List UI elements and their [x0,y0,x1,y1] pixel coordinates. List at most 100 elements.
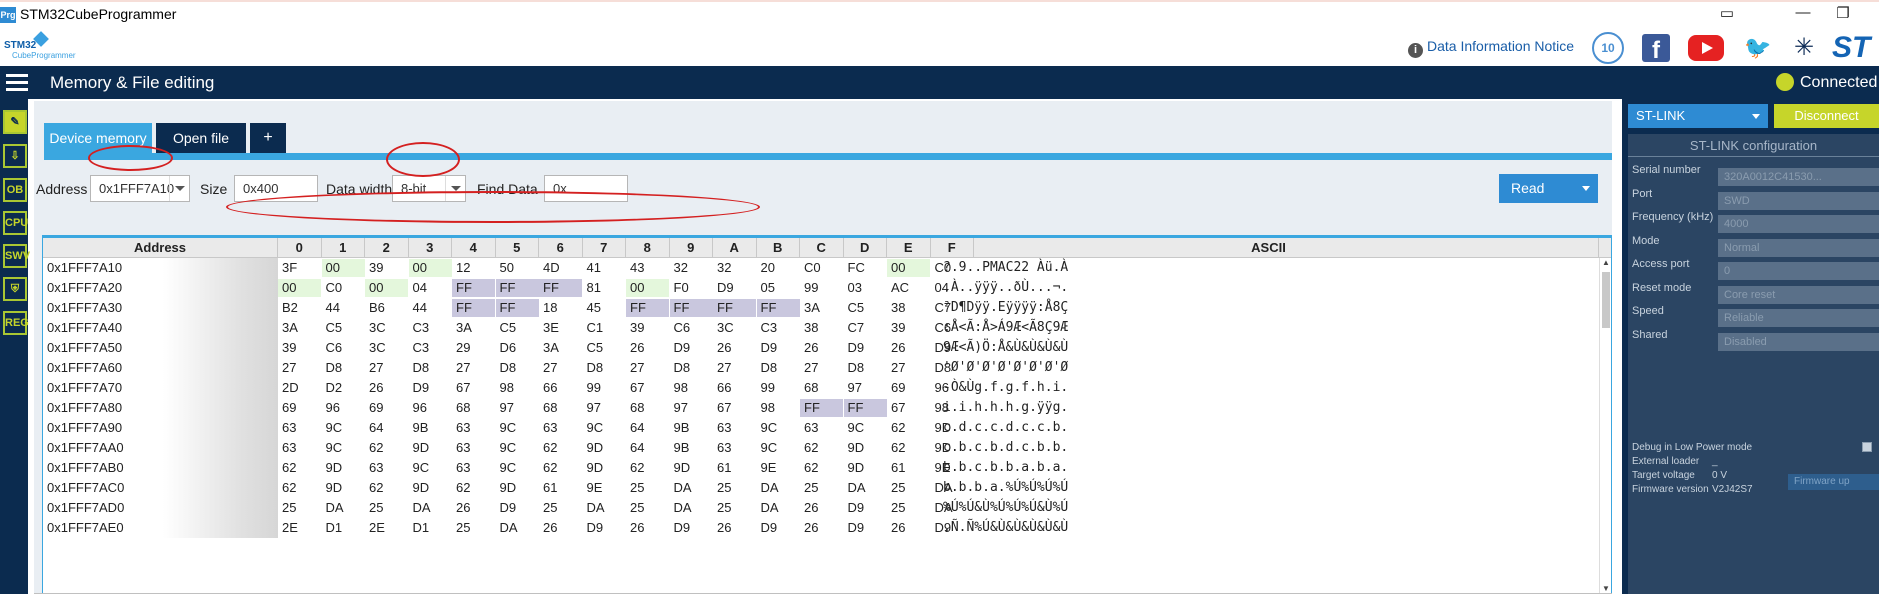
twitter-icon[interactable]: 🐦 [1742,32,1774,64]
table-row[interactable]: 0x1FFF7A60 27 D8 27 D8 27 D8 27 D8 27 D8 27 D8 27 D8 27… [43,358,1603,378]
byte-cell[interactable]: 62 [887,439,930,457]
byte-cell[interactable]: 61 [713,459,756,477]
byte-cell[interactable]: D9 [713,279,756,297]
byte-cell[interactable]: AC [887,279,930,297]
byte-cell[interactable]: 66 [539,379,582,397]
network-icon[interactable]: ✳ [1788,32,1820,64]
byte-cell[interactable]: 9C [583,419,626,437]
tab-device-memory[interactable]: Device memory [44,123,152,153]
byte-cell[interactable]: 9D [844,439,887,457]
byte-cell[interactable]: 62 [626,459,669,477]
menu-icon[interactable] [6,74,28,92]
byte-cell[interactable]: 3C [365,319,408,337]
byte-cell[interactable]: D9 [670,519,713,537]
size-input[interactable]: 0x400 [234,175,318,202]
byte-cell[interactable]: D6 [496,339,539,357]
option-bytes-icon[interactable]: OB [3,178,27,202]
byte-cell[interactable]: 9D [670,459,713,477]
byte-cell[interactable]: 26 [800,519,843,537]
table-row[interactable]: 0x1FFF7A40 3A C5 3C C3 3A C5 3E C1 39 C6 3C C3 38 C7 39… [43,318,1603,338]
byte-cell[interactable]: 9B [670,439,713,457]
disconnect-button[interactable]: Disconnect [1774,104,1879,128]
byte-cell[interactable]: 9C [322,439,365,457]
byte-cell[interactable]: D9 [409,379,452,397]
config-field[interactable]: Reliable [1718,309,1879,327]
byte-cell[interactable]: DA [844,479,887,497]
config-field[interactable]: 320A0012C41530... [1718,168,1879,186]
table-row[interactable]: 0x1FFF7A20 00 C0 00 04 FF FF FF 81 00 F0 D9 05 99 03 AC… [43,278,1603,298]
byte-cell[interactable]: FF [713,299,756,317]
byte-cell[interactable]: 00 [365,279,408,297]
byte-cell[interactable]: 26 [713,339,756,357]
byte-cell[interactable]: 2E [365,519,408,537]
byte-cell[interactable]: 41 [583,259,626,277]
registers-icon[interactable]: REG [3,311,29,335]
byte-cell[interactable]: 00 [887,259,930,277]
byte-cell[interactable]: 25 [626,479,669,497]
byte-cell[interactable]: 26 [626,339,669,357]
byte-cell[interactable]: 67 [887,399,930,417]
byte-cell[interactable]: 38 [800,319,843,337]
byte-cell[interactable]: B2 [278,299,321,317]
byte-cell[interactable]: FF [452,279,495,297]
byte-cell[interactable]: D2 [322,379,365,397]
byte-cell[interactable]: C0 [800,259,843,277]
tab-open-file[interactable]: Open file [156,123,246,153]
scrollbar-thumb[interactable] [1602,272,1610,328]
byte-cell[interactable]: 05 [757,279,800,297]
byte-cell[interactable]: 62 [452,479,495,497]
chevron-down-icon[interactable] [1752,114,1760,119]
byte-cell[interactable]: C3 [409,339,452,357]
byte-cell[interactable]: D8 [322,359,365,377]
byte-cell[interactable]: D9 [844,519,887,537]
byte-cell[interactable]: 63 [278,439,321,457]
byte-cell[interactable]: C5 [844,299,887,317]
byte-cell[interactable]: 50 [496,259,539,277]
byte-cell[interactable]: 9D [583,459,626,477]
byte-cell[interactable]: 69 [887,379,930,397]
byte-cell[interactable]: 98 [670,379,713,397]
byte-cell[interactable]: 63 [278,419,321,437]
byte-cell[interactable]: D8 [670,359,713,377]
byte-cell[interactable]: FF [539,279,582,297]
vertical-scrollbar[interactable]: ▲ ▼ [1599,258,1611,593]
table-row[interactable]: 0x1FFF7AE0 2E D1 2E D1 25 DA 26 D9 26 D9 26 D9 26 D9 26… [43,518,1603,538]
byte-cell[interactable]: DA [670,479,713,497]
byte-cell[interactable]: 62 [887,419,930,437]
byte-cell[interactable]: FF [800,399,843,417]
byte-cell[interactable]: 25 [887,499,930,517]
table-row[interactable]: 0x1FFF7A90 63 9C 64 9B 63 9C 63 9C 64 9B 63 9C 63 9C 62… [43,418,1603,438]
byte-cell[interactable]: 27 [626,359,669,377]
byte-cell[interactable]: 63 [713,419,756,437]
byte-cell[interactable]: D1 [409,519,452,537]
byte-cell[interactable]: 27 [278,359,321,377]
byte-cell[interactable]: 99 [757,379,800,397]
byte-cell[interactable]: 26 [800,339,843,357]
byte-cell[interactable]: DA [583,499,626,517]
byte-cell[interactable]: C7 [844,319,887,337]
byte-cell[interactable]: 3E [539,319,582,337]
byte-cell[interactable]: FF [843,399,887,417]
byte-cell[interactable]: 69 [365,399,408,417]
byte-cell[interactable]: DA [670,499,713,517]
byte-cell[interactable]: C3 [409,319,452,337]
byte-cell[interactable]: C6 [670,319,713,337]
byte-cell[interactable]: 62 [539,439,582,457]
byte-cell[interactable]: 3F [278,259,321,277]
byte-cell[interactable]: 26 [365,379,408,397]
byte-cell[interactable]: 39 [365,259,408,277]
byte-cell[interactable]: 68 [452,399,495,417]
anniversary-icon[interactable]: 10 [1592,32,1624,64]
byte-cell[interactable]: 61 [539,479,582,497]
byte-cell[interactable]: 63 [713,439,756,457]
byte-cell[interactable]: 96 [322,399,365,417]
byte-cell[interactable]: 39 [278,339,321,357]
byte-cell[interactable]: 27 [539,359,582,377]
byte-cell[interactable]: 03 [844,279,887,297]
table-row[interactable]: 0x1FFF7AB0 62 9D 63 9C 63 9C 62 9D 62 9D 61 9E 62 9D 61… [43,458,1603,478]
config-field[interactable]: Normal [1718,238,1879,257]
byte-cell[interactable]: FC [844,259,887,277]
byte-cell[interactable]: D8 [409,359,452,377]
byte-cell[interactable]: 62 [800,439,843,457]
byte-cell[interactable]: C5 [583,339,626,357]
